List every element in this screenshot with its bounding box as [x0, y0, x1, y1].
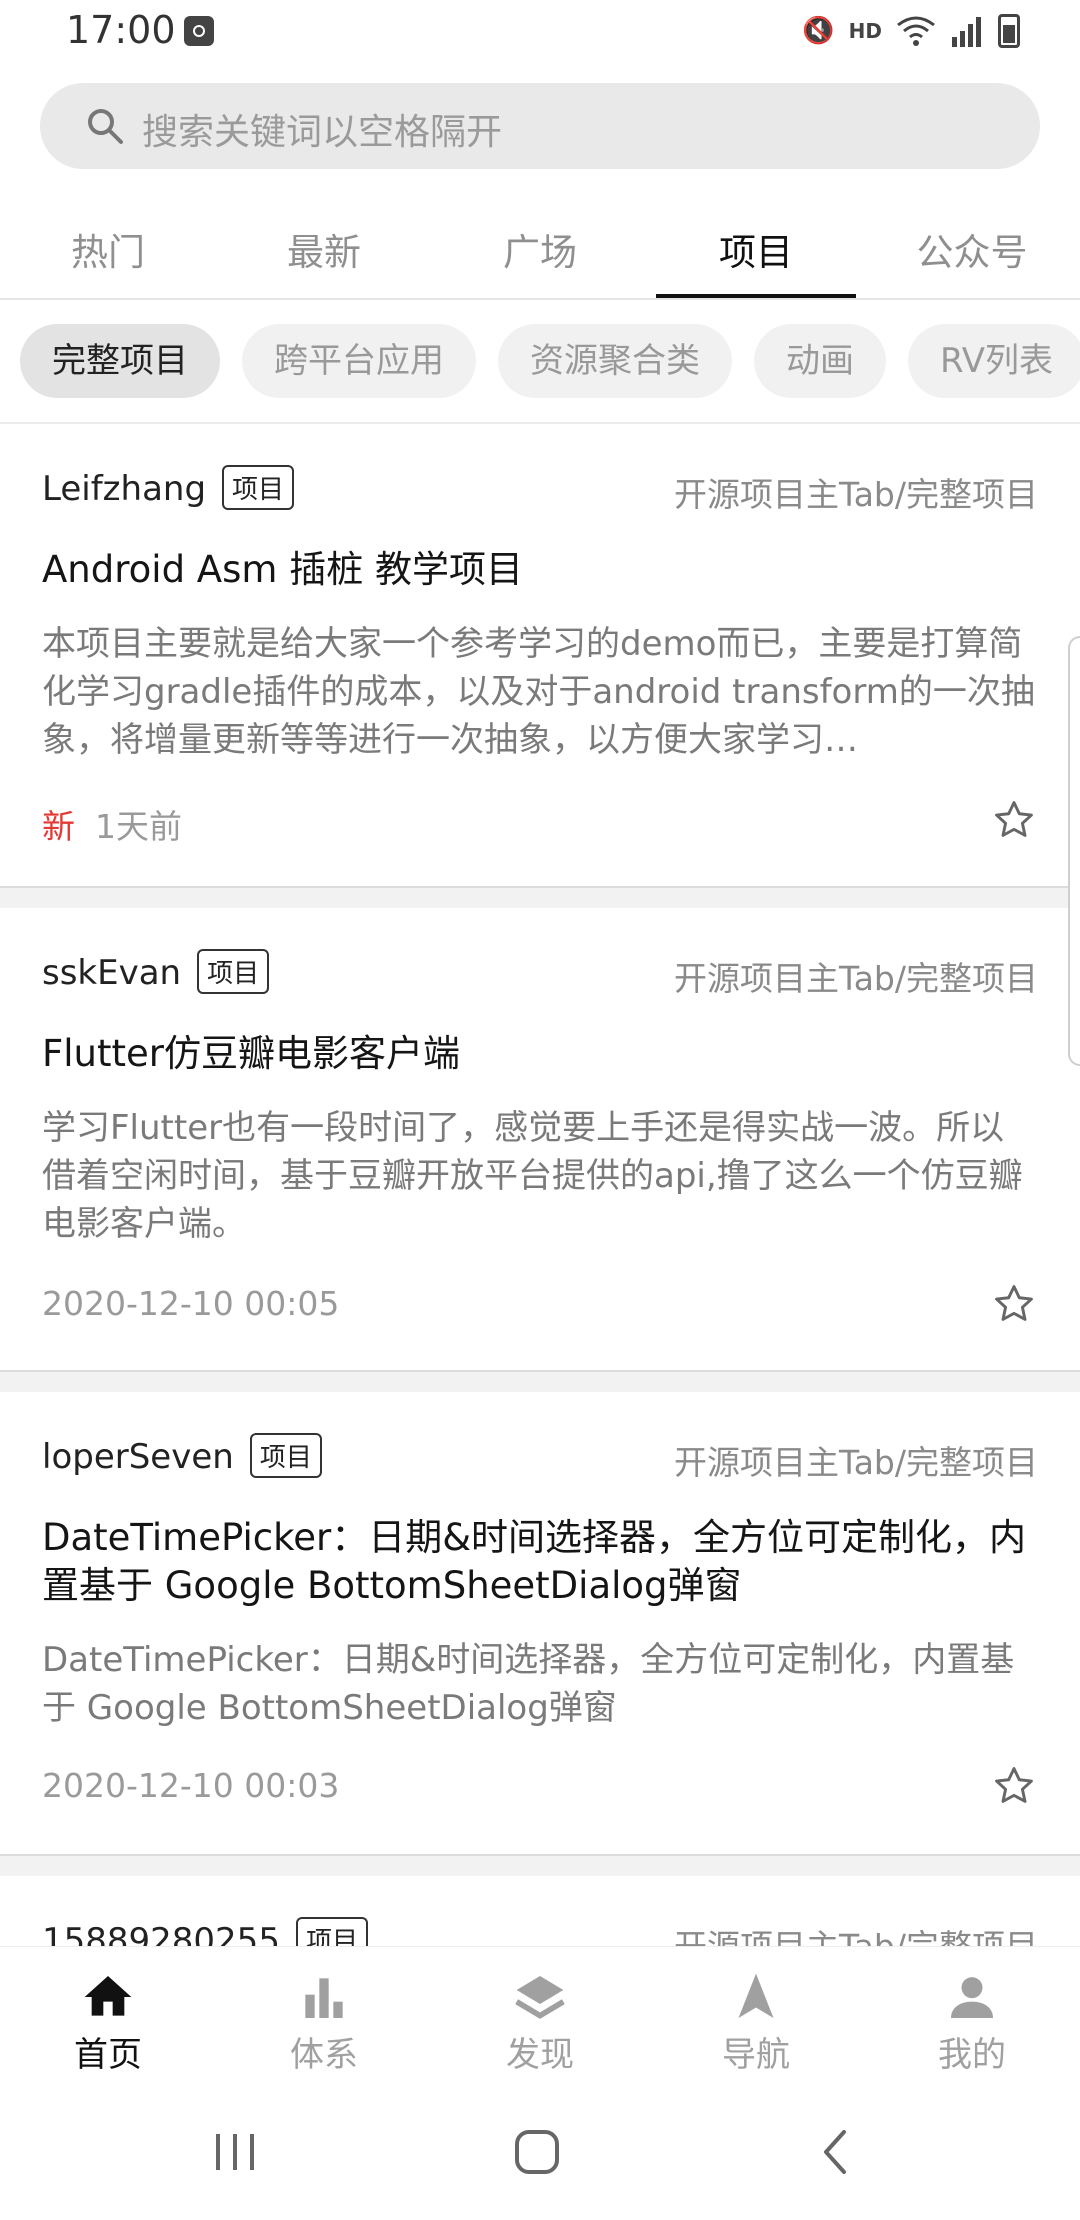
article-title[interactable]: DateTimePicker：日期&时间选择器，全方位可定制化，内置基于 Goo… — [42, 1514, 1038, 1610]
article-card[interactable]: Leifzhang 项目 开源项目主Tab/完整项目 Android Asm 插桩… — [0, 424, 1080, 888]
recent-apps-icon[interactable] — [210, 2128, 260, 2176]
article-category[interactable]: 开源项目主Tab/完整项目 — [674, 468, 1038, 516]
article-author[interactable]: sskEvan 项目 — [42, 949, 270, 997]
article-meta: 新 1天前 — [42, 800, 182, 848]
tab-projects[interactable]: 项目 — [648, 200, 864, 298]
back-icon[interactable] — [816, 2128, 856, 2176]
article-title[interactable]: Android Asm 插桩 教学项目 — [42, 546, 1038, 594]
search-input[interactable]: 搜索关键词以空格隔开 — [142, 103, 502, 155]
wifi-icon — [897, 16, 935, 46]
author-name[interactable]: loperSeven — [42, 1437, 234, 1477]
article-card[interactable]: 15889280255 项目 开源项目主Tab/完整项目 — [0, 1876, 1080, 1946]
article-date: 2020-12-10 00:05 — [42, 1284, 340, 1323]
battery-icon — [998, 14, 1020, 48]
status-bar: 17:00 🔇 HD — [0, 0, 1080, 70]
alarm-icon — [184, 16, 214, 46]
author-name[interactable]: sskEvan — [42, 953, 181, 993]
nav-label: 体系 — [290, 2035, 358, 2075]
scroll-handle[interactable] — [1068, 636, 1080, 1066]
article-category[interactable]: 开源项目主Tab/完整项目 — [674, 1436, 1038, 1484]
chip-animation[interactable]: 动画 — [754, 324, 886, 398]
project-tag: 项目 — [197, 949, 270, 994]
status-icons: 🔇 HD — [802, 14, 1020, 48]
search-bar[interactable]: 搜索关键词以空格隔开 — [40, 83, 1040, 169]
star-icon[interactable] — [992, 1764, 1036, 1808]
article-author[interactable]: Leifzhang 项目 — [42, 465, 295, 513]
layers-icon — [515, 1976, 565, 2019]
home-icon — [84, 1976, 132, 2016]
new-badge: 新 — [42, 807, 75, 846]
article-description: DateTimePicker：日期&时间选择器，全方位可定制化，内置基于 Goo… — [42, 1640, 1015, 1728]
nav-label: 导航 — [722, 2035, 790, 2075]
article-category[interactable]: 开源项目主Tab/完整项目 — [674, 952, 1038, 1000]
chip-cross-platform[interactable]: 跨平台应用 — [242, 324, 476, 398]
chip-complete-projects[interactable]: 完整项目 — [20, 324, 220, 398]
article-date: 1天前 — [95, 807, 182, 846]
nav-label: 首页 — [74, 2035, 142, 2075]
top-tabs: 热门 最新 广场 项目 公众号 — [0, 200, 1080, 298]
project-tag: 项目 — [295, 1917, 368, 1946]
nav-system[interactable]: 体系 — [216, 1947, 432, 2085]
author-name[interactable]: Leifzhang — [42, 469, 206, 509]
mute-icon: 🔇 — [802, 16, 835, 46]
article-card[interactable]: sskEvan 项目 开源项目主Tab/完整项目 Flutter仿豆瓣电影客户端 … — [0, 908, 1080, 1372]
star-icon[interactable] — [992, 1282, 1036, 1326]
article-card[interactable]: loperSeven 项目 开源项目主Tab/完整项目 DateTimePicke… — [0, 1392, 1080, 1856]
bottom-nav: 首页 体系 发现 导航 我的 — [0, 1946, 1080, 2085]
nav-label: 我的 — [938, 2035, 1006, 2075]
article-date: 2020-12-10 00:03 — [42, 1766, 340, 1805]
bar-chart-icon — [305, 1978, 343, 2018]
status-time: 17:00 — [66, 8, 176, 52]
tab-square[interactable]: 广场 — [432, 200, 648, 298]
nav-mine[interactable]: 我的 — [864, 1947, 1080, 2085]
tabs-divider — [0, 298, 1080, 300]
tab-latest[interactable]: 最新 — [216, 200, 432, 298]
article-description: 学习Flutter也有一段时间了，感觉要上手还是得实战一波。所以借着空闲时间，基… — [42, 1108, 1023, 1244]
navigation-icon — [738, 1973, 774, 2018]
nav-navigation[interactable]: 导航 — [648, 1947, 864, 2085]
article-category[interactable]: 开源项目主Tab/完整项目 — [674, 1920, 1038, 1946]
chip-resource-aggregation[interactable]: 资源聚合类 — [498, 324, 732, 398]
star-icon[interactable] — [992, 798, 1036, 842]
person-icon — [951, 1977, 993, 2018]
category-chips: 完整项目 跨平台应用 资源聚合类 动画 RV列表 — [20, 324, 1080, 400]
tab-hot[interactable]: 热门 — [0, 200, 216, 298]
nav-home[interactable]: 首页 — [0, 1947, 216, 2085]
system-nav-bar — [0, 2084, 1080, 2220]
article-feed: Leifzhang 项目 开源项目主Tab/完整项目 Android Asm 插桩… — [0, 424, 1080, 1946]
nav-discover[interactable]: 发现 — [432, 1947, 648, 2085]
article-title[interactable]: Flutter仿豆瓣电影客户端 — [42, 1030, 1038, 1078]
project-tag: 项目 — [222, 465, 295, 510]
hd-label: HD — [848, 19, 882, 43]
tab-official-accounts[interactable]: 公众号 — [864, 200, 1080, 298]
home-button-icon[interactable] — [512, 2128, 562, 2176]
project-tag: 项目 — [249, 1433, 322, 1478]
chip-rv-list[interactable]: RV列表 — [908, 324, 1080, 398]
search-icon — [88, 109, 123, 144]
article-author[interactable]: 15889280255 项目 — [42, 1917, 368, 1946]
author-name[interactable]: 15889280255 — [42, 1921, 280, 1946]
article-author[interactable]: loperSeven 项目 — [42, 1433, 322, 1481]
article-description: 本项目主要就是给大家一个参考学习的demo而已，主要是打算简化学习gradle插… — [42, 624, 1035, 760]
nav-label: 发现 — [506, 2035, 574, 2075]
signal-icon — [952, 17, 981, 47]
